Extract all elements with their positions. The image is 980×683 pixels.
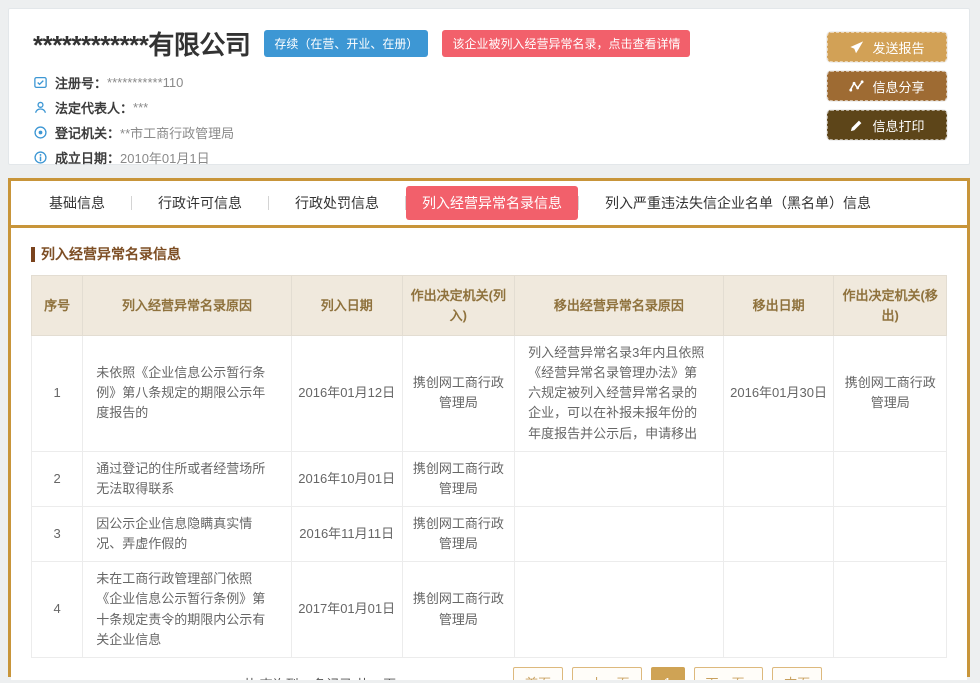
table-cell xyxy=(515,506,724,561)
table-cell: 2016年01月30日 xyxy=(723,336,834,452)
main-panel: 基础信息行政许可信息行政处罚信息列入经营异常名录信息列入严重违法失信企业名单（黑… xyxy=(8,178,970,677)
person-icon xyxy=(33,100,48,115)
page-next-button[interactable]: 下一页▸ xyxy=(694,667,764,680)
info-row: 注册号：***********110 xyxy=(33,70,949,95)
table-cell xyxy=(834,506,947,561)
table-header-cell: 序号 xyxy=(32,276,83,336)
table-cell: 1 xyxy=(32,336,83,452)
tab-abnormal-list[interactable]: 列入经营异常名录信息 xyxy=(406,186,578,220)
table-cell xyxy=(723,562,834,658)
paper-plane-icon xyxy=(849,40,864,55)
page-last-button[interactable]: 末页 xyxy=(772,667,822,680)
pencil-icon xyxy=(849,118,864,133)
action-button-label: 发送报告 xyxy=(872,38,924,57)
info-label: 法定代表人： xyxy=(55,98,133,117)
table-header-cell: 列入经营异常名录原因 xyxy=(83,276,292,336)
tab-blacklist[interactable]: 列入严重违法失信企业名单（黑名单）信息 xyxy=(579,186,897,220)
location-pin-icon xyxy=(33,125,48,140)
table-cell xyxy=(723,506,834,561)
table-cell xyxy=(723,451,834,506)
table-row: 3因公示企业信息隐瞒真实情况、弄虚作假的2016年11月11日携创网工商行政管理… xyxy=(32,506,947,561)
record-count-info: 共 查询到 4 条记录 共 1 页 xyxy=(243,674,396,680)
table-cell: 2017年01月01日 xyxy=(291,562,402,658)
abnormal-records-table: 序号列入经营异常名录原因列入日期作出决定机关(列入)移出经营异常名录原因移出日期… xyxy=(31,275,947,658)
table-cell: 2 xyxy=(32,451,83,506)
table-cell xyxy=(515,451,724,506)
pagination: 首页 ◂上一页 1 下一页▸ 末页 xyxy=(513,667,822,680)
table-cell: 2016年01月12日 xyxy=(291,336,402,452)
share-info-button[interactable]: 信息分享 xyxy=(827,71,947,101)
print-info-button[interactable]: 信息打印 xyxy=(827,110,947,140)
company-info-list: 注册号：***********110法定代表人：***登记机关：**市工商行政管… xyxy=(33,70,949,170)
section-title: 列入经营异常名录信息 xyxy=(31,244,947,264)
info-value: 2010年01月1日 xyxy=(120,148,210,167)
table-header-cell: 作出决定机关(移出) xyxy=(834,276,947,336)
table-cell: 未依照《企业信息公示暂行条例》第八条规定的期限公示年度报告的 xyxy=(83,336,292,452)
tab-basic-info[interactable]: 基础信息 xyxy=(23,186,131,220)
section-title-bar xyxy=(31,247,35,262)
table-cell: 携创网工商行政管理局 xyxy=(834,336,947,452)
info-value: *** xyxy=(133,100,148,115)
share-icon xyxy=(849,79,864,94)
table-header-cell: 移出日期 xyxy=(723,276,834,336)
tab-bar: 基础信息行政许可信息行政处罚信息列入经营异常名录信息列入严重违法失信企业名单（黑… xyxy=(11,181,967,225)
table-row: 4未在工商行政管理部门依照《企业信息公示暂行条例》第十条规定责令的期限内公示有关… xyxy=(32,562,947,658)
page-number-button[interactable]: 1 xyxy=(651,667,685,680)
table-header-cell: 列入日期 xyxy=(291,276,402,336)
section-title-text: 列入经营异常名录信息 xyxy=(41,244,181,264)
info-value: ***********110 xyxy=(107,75,183,90)
status-badge: 存续（在营、开业、在册） xyxy=(264,30,428,57)
table-cell: 2016年11月11日 xyxy=(291,506,402,561)
table-cell: 未在工商行政管理部门依照《企业信息公示暂行条例》第十条规定责令的期限内公示有关企… xyxy=(83,562,292,658)
info-label: 登记机关： xyxy=(55,123,120,142)
abnormal-alert-badge[interactable]: 该企业被列入经营异常名录，点击查看详情 xyxy=(442,30,690,57)
info-row: 登记机关：**市工商行政管理局 xyxy=(33,120,949,145)
table-header-row: 序号列入经营异常名录原因列入日期作出决定机关(列入)移出经营异常名录原因移出日期… xyxy=(32,276,947,336)
info-value: **市工商行政管理局 xyxy=(120,123,234,142)
table-cell xyxy=(834,451,947,506)
table-row: 2通过登记的住所或者经营场所无法取得联系2016年10月01日携创网工商行政管理… xyxy=(32,451,947,506)
tab-admin-license[interactable]: 行政许可信息 xyxy=(132,186,268,220)
table-cell: 携创网工商行政管理局 xyxy=(402,506,515,561)
action-button-label: 信息打印 xyxy=(872,116,924,135)
table-cell: 携创网工商行政管理局 xyxy=(402,562,515,658)
company-header-card: ************有限公司 存续（在营、开业、在册） 该企业被列入经营异常… xyxy=(8,8,970,165)
tab-admin-penalty[interactable]: 行政处罚信息 xyxy=(269,186,405,220)
table-cell: 携创网工商行政管理局 xyxy=(402,336,515,452)
info-circle-icon xyxy=(33,150,48,165)
table-header-cell: 移出经营异常名录原因 xyxy=(515,276,724,336)
table-cell: 携创网工商行政管理局 xyxy=(402,451,515,506)
table-cell xyxy=(834,562,947,658)
id-card-icon xyxy=(33,75,48,90)
table-row: 1未依照《企业信息公示暂行条例》第八条规定的期限公示年度报告的2016年01月1… xyxy=(32,336,947,452)
action-button-label: 信息分享 xyxy=(872,77,924,96)
page-prev-button[interactable]: ◂上一页 xyxy=(572,667,642,680)
panel-content: 列入经营异常名录信息 序号列入经营异常名录原因列入日期作出决定机关(列入)移出经… xyxy=(11,228,967,680)
info-row: 成立日期：2010年01月1日 xyxy=(33,145,949,170)
table-cell: 列入经营异常名录3年内且依照《经营异常名录管理办法》第六规定被列入经营异常名录的… xyxy=(515,336,724,452)
table-cell: 因公示企业信息隐瞒真实情况、弄虚作假的 xyxy=(83,506,292,561)
table-cell: 4 xyxy=(32,562,83,658)
company-name: ************有限公司 xyxy=(33,25,250,62)
send-report-button[interactable]: 发送报告 xyxy=(827,32,947,62)
info-label: 成立日期： xyxy=(55,148,120,167)
table-header-cell: 作出决定机关(列入) xyxy=(402,276,515,336)
table-footer: 共 查询到 4 条记录 共 1 页 首页 ◂上一页 1 下一页▸ 末页 xyxy=(31,658,947,680)
table-body: 1未依照《企业信息公示暂行条例》第八条规定的期限公示年度报告的2016年01月1… xyxy=(32,336,947,658)
info-label: 注册号： xyxy=(55,73,107,92)
table-cell: 通过登记的住所或者经营场所无法取得联系 xyxy=(83,451,292,506)
info-row: 法定代表人：*** xyxy=(33,95,949,120)
action-buttons: 发送报告信息分享信息打印 xyxy=(827,32,947,140)
table-cell: 2016年10月01日 xyxy=(291,451,402,506)
page-first-button[interactable]: 首页 xyxy=(513,667,563,680)
table-cell xyxy=(515,562,724,658)
table-cell: 3 xyxy=(32,506,83,561)
